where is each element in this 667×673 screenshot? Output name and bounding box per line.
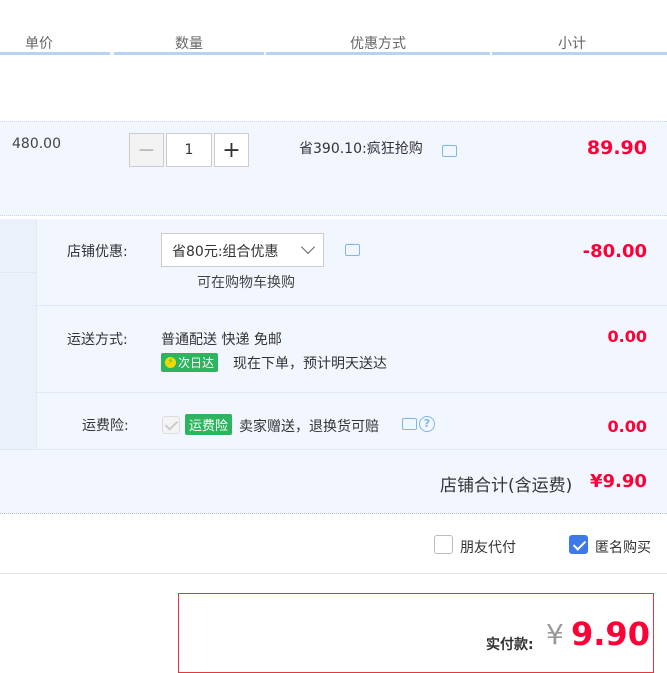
quantity-input[interactable]: 1 xyxy=(166,133,212,167)
insurance-label: 运费险: xyxy=(82,418,129,434)
delivery-method: 普通配送 快递 免邮 xyxy=(161,332,282,348)
header-underline xyxy=(0,52,110,55)
shop-coupon-select[interactable]: 省80元:组合优惠 xyxy=(161,233,324,267)
divider xyxy=(0,573,667,574)
discount-text: 省390.10:疯狂抢购 xyxy=(299,141,423,157)
chevron-down-icon xyxy=(300,239,316,255)
anonymous-label[interactable]: 匿名购买 xyxy=(595,537,651,557)
header-quantity: 数量 xyxy=(175,36,203,52)
shop-total-label: 店铺合计(含运费) xyxy=(440,476,573,496)
coupon-hint: 可在购物车换购 xyxy=(197,275,295,291)
insurance-note: 卖家赠送，退换货可赔 xyxy=(239,419,379,435)
delivery-note: 现在下单，预计明天送达 xyxy=(233,356,387,372)
header-underline xyxy=(114,52,264,55)
check-icon xyxy=(164,417,179,431)
header-underline xyxy=(266,52,490,55)
chat-icon[interactable] xyxy=(345,240,360,256)
delivery-amount: 0.00 xyxy=(607,327,647,346)
divider xyxy=(36,392,667,393)
divider xyxy=(36,305,667,306)
payment-label: 实付款: xyxy=(486,637,534,653)
delivery-label: 运送方式: xyxy=(67,332,128,348)
divider xyxy=(36,219,37,449)
product-subtotal: 89.90 xyxy=(586,137,647,159)
check-icon xyxy=(572,537,587,551)
product-row xyxy=(0,121,667,216)
insurance-badge: 运费险 xyxy=(185,414,233,435)
insurance-amount: 0.00 xyxy=(607,417,647,436)
next-day-badge: ⚡ 次日达 xyxy=(161,353,219,372)
header-unit-price: 单价 xyxy=(25,36,53,52)
shop-coupon-select-value: 省80元:组合优惠 xyxy=(172,244,279,260)
help-icon[interactable]: ? xyxy=(419,416,435,432)
payment-amount: 9.90 xyxy=(571,615,650,653)
header-underline xyxy=(492,52,667,55)
shop-coupon-label: 店铺优惠: xyxy=(67,244,128,260)
coupon-amount: -80.00 xyxy=(582,241,647,262)
anonymous-checkbox[interactable] xyxy=(569,535,588,554)
insurance-checkbox[interactable] xyxy=(162,416,180,434)
friend-pay-checkbox[interactable] xyxy=(434,535,453,554)
lightning-icon: ⚡ xyxy=(165,357,176,368)
chat-icon[interactable] xyxy=(402,414,417,430)
divider xyxy=(0,272,36,273)
shop-left-column xyxy=(0,219,36,449)
header-subtotal: 小计 xyxy=(558,36,586,52)
friend-pay-label[interactable]: 朋友代付 xyxy=(460,537,516,557)
quantity-increase-button[interactable]: + xyxy=(214,133,249,167)
shop-total-amount: ¥9.90 xyxy=(590,471,647,492)
unit-price: 480.00 xyxy=(12,136,61,152)
next-day-badge-label: 次日达 xyxy=(178,356,215,370)
chat-icon[interactable] xyxy=(442,141,457,157)
quantity-decrease-button[interactable]: − xyxy=(129,133,164,167)
currency-symbol: ¥ xyxy=(546,618,564,651)
header-discount: 优惠方式 xyxy=(350,36,406,52)
